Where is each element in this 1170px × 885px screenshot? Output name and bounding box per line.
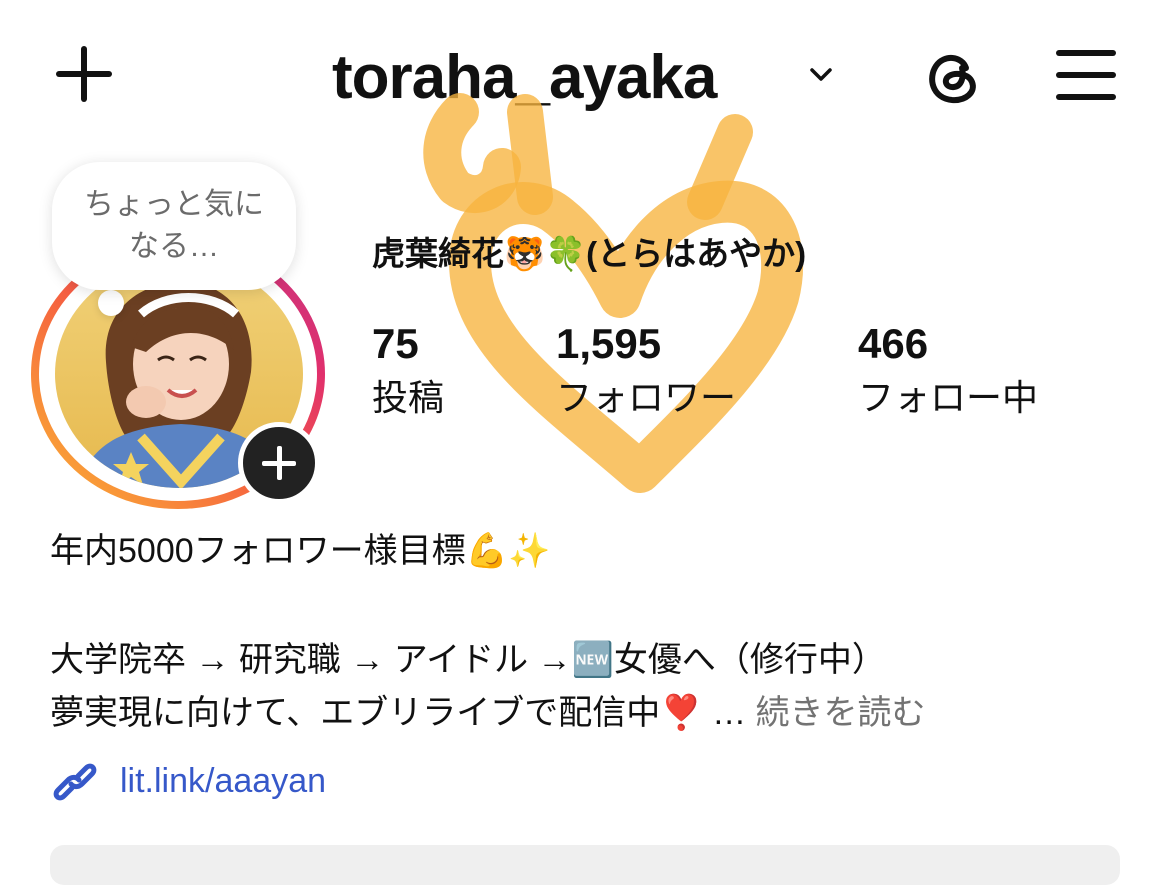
following-count[interactable]: 466 (858, 318, 928, 370)
menu-line (1056, 94, 1116, 100)
followers-count[interactable]: 1,595 (556, 318, 661, 370)
followers-label[interactable]: フォロワー (556, 374, 736, 422)
bio-line-3-text: 夢実現に向けて、エブリライブで配信中❣️ … (50, 694, 747, 732)
link-icon (53, 763, 97, 801)
hamburger-menu-icon[interactable] (1056, 48, 1118, 102)
chevron-down-icon[interactable] (806, 60, 836, 90)
display-name: 虎葉綺花🐯🍀(とらはあやか) (372, 235, 807, 272)
note-bubble[interactable]: ちょっと気になる… (52, 162, 296, 290)
add-story-plus-icon[interactable] (238, 422, 320, 504)
new-post-plus-icon[interactable] (52, 42, 116, 106)
username-title[interactable]: toraha_ayaka (332, 38, 717, 118)
following-label[interactable]: フォロー中 (858, 374, 1038, 422)
bio-line-3: 夢実現に向けて、エブリライブで配信中❣️ … 続きを読む (50, 689, 926, 737)
posts-count[interactable]: 75 (372, 318, 419, 370)
bio-line-2: 大学院卒 → 研究職 → アイドル →🆕女優へ（修行中） (50, 641, 886, 679)
menu-line (1056, 72, 1116, 78)
profile-link[interactable]: lit.link/aaayan (120, 757, 326, 805)
bio-line-1: 年内5000フォロワー様目標💪✨ (50, 532, 551, 570)
note-text: ちょっと気になる… (84, 188, 264, 263)
edit-profile-button-partial[interactable] (50, 845, 1120, 885)
posts-label[interactable]: 投稿 (372, 374, 444, 422)
heart-doodle-watermark (423, 93, 804, 493)
note-bubble-tail (98, 290, 124, 316)
menu-line (1056, 50, 1116, 56)
threads-icon[interactable] (922, 44, 986, 108)
read-more-link[interactable]: 続きを読む (756, 694, 926, 732)
